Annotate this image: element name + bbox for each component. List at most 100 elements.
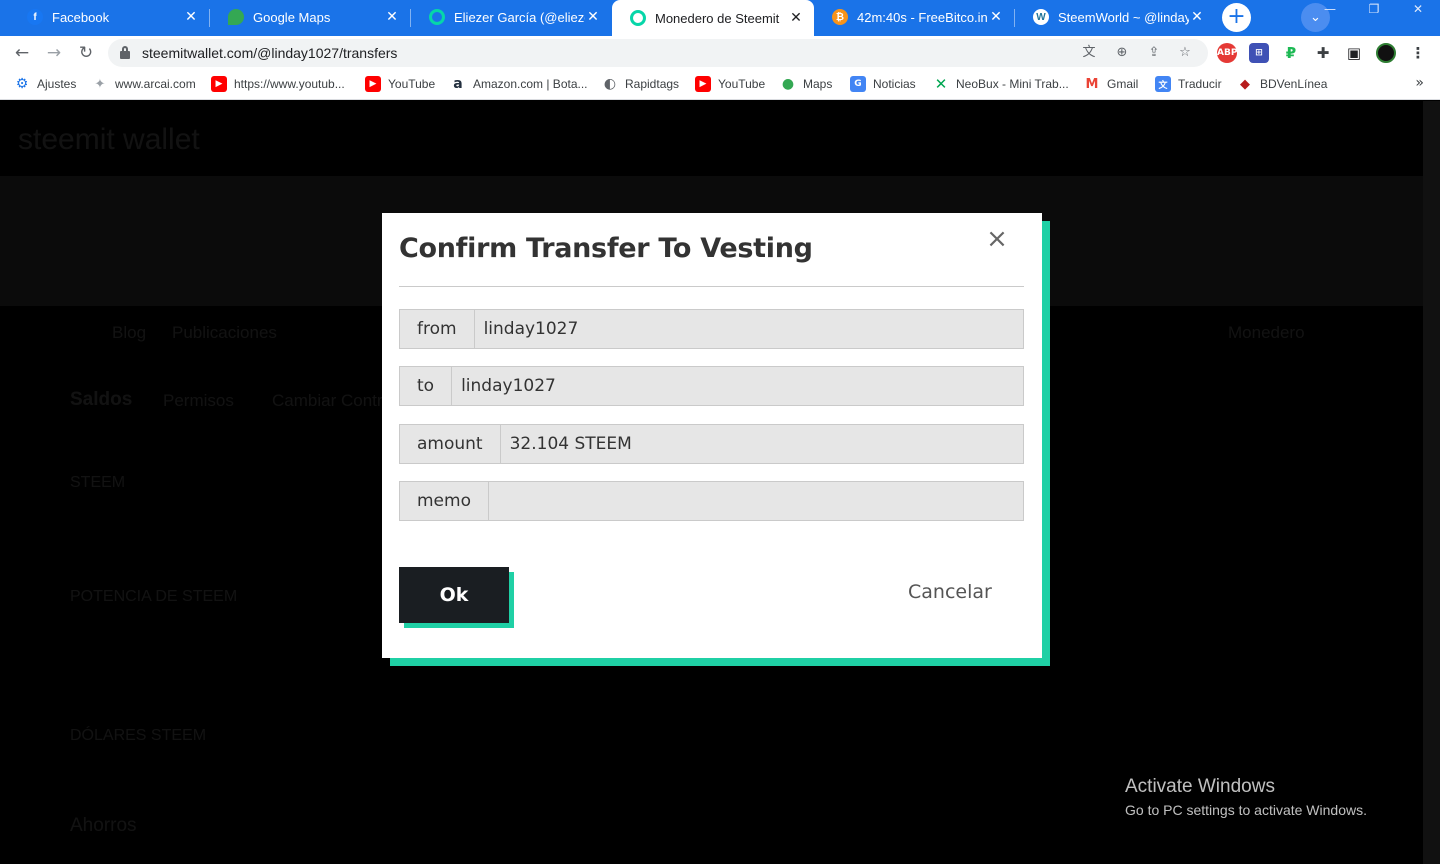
- tab-permisos: Permisos: [163, 391, 234, 410]
- amount-field: amount 32.104 STEEM: [399, 424, 1024, 464]
- close-tab-icon[interactable]: ✕: [384, 9, 400, 25]
- to-label: to: [400, 367, 453, 405]
- new-tab-button[interactable]: +: [1222, 3, 1251, 32]
- settings-gear-icon: ⚙: [15, 76, 29, 92]
- close-tab-icon[interactable]: ✕: [988, 9, 1004, 25]
- memo-value: [488, 482, 1023, 520]
- nav-monedero: Monedero: [1228, 323, 1305, 342]
- restore-icon[interactable]: ❐: [1352, 0, 1396, 20]
- bookmark-label: Traducir: [1178, 77, 1222, 91]
- page-scrollbar[interactable]: [1423, 101, 1440, 864]
- p-extension-icon[interactable]: ₽: [1281, 43, 1301, 63]
- bookmark-label: Maps: [803, 77, 833, 91]
- bookmark-youtube[interactable]: ▶ YouTube: [365, 69, 435, 99]
- bookmark-noticias[interactable]: G Noticias: [850, 69, 916, 99]
- ok-button[interactable]: Ok: [399, 567, 509, 623]
- windows-activation-watermark: Activate Windows Go to PC settings to ac…: [1125, 776, 1367, 818]
- window-close-icon[interactable]: ✕: [1396, 0, 1440, 20]
- to-field: to linday1027: [399, 366, 1024, 406]
- bdv-icon: ◆: [1240, 76, 1250, 92]
- tab-eliezer[interactable]: Eliezer García (@eliezer20 ✕: [411, 0, 611, 34]
- translate-page-icon[interactable]: 文: [1080, 44, 1098, 62]
- cancel-button[interactable]: Cancelar: [908, 581, 992, 603]
- bookmark-youtube-2[interactable]: ▶ YouTube: [695, 69, 765, 99]
- tab-title: SteemWorld ~ @linday10: [1058, 9, 1189, 25]
- memo-label: memo: [400, 482, 489, 520]
- forward-arrow-icon[interactable]: →: [41, 40, 67, 66]
- bookmark-neobux[interactable]: ✕ NeoBux - Mini Trab...: [933, 69, 1069, 99]
- tab-title: Monedero de Steemit: [655, 10, 780, 26]
- from-label: from: [400, 310, 475, 348]
- tab-steemworld[interactable]: W SteemWorld ~ @linday10 ✕: [1015, 0, 1215, 34]
- rapidtags-icon: ◐: [603, 76, 617, 92]
- title-divider: [399, 286, 1024, 287]
- bookmark-label: https://www.youtub...: [234, 77, 345, 91]
- bookmark-ajustes[interactable]: ⚙ Ajustes: [14, 69, 77, 99]
- extension-grid-icon[interactable]: ⊞: [1249, 43, 1269, 63]
- amount-label: amount: [400, 425, 501, 463]
- bookmark-star-icon[interactable]: ☆: [1176, 44, 1194, 62]
- close-tab-icon[interactable]: ✕: [1189, 9, 1205, 25]
- extensions-puzzle-icon[interactable]: ✚: [1313, 43, 1333, 63]
- youtube-icon: ▶: [365, 76, 381, 92]
- neobux-icon: ✕: [934, 75, 948, 93]
- nav-blog: Blog: [112, 323, 147, 342]
- bitcoin-icon: ₿: [832, 9, 848, 25]
- nav-publicaciones: Publicaciones: [172, 323, 277, 342]
- google-maps-icon: [228, 9, 244, 25]
- facebook-icon: f: [27, 9, 43, 25]
- section-potencia: POTENCIA DE STEEM: [70, 588, 238, 605]
- gmail-icon: M: [1085, 76, 1099, 92]
- tab-title: 42m:40s - FreeBitco.in - W: [857, 9, 988, 25]
- tab-title: Facebook: [52, 9, 110, 25]
- close-icon[interactable]: ×: [986, 225, 1008, 253]
- bookmark-label: www.arcai.com: [115, 77, 196, 91]
- tab-saldos: Saldos: [70, 389, 133, 410]
- side-panel-icon[interactable]: ▣: [1344, 43, 1364, 63]
- close-tab-icon[interactable]: ✕: [788, 10, 804, 26]
- reload-icon[interactable]: ↻: [73, 40, 99, 66]
- youtube-icon: ▶: [211, 76, 227, 92]
- url-text[interactable]: steemitwallet.com/@linday1027/transfers: [142, 45, 397, 61]
- tab-monedero-steemit[interactable]: Monedero de Steemit ✕: [612, 0, 814, 36]
- steemit-icon: [630, 10, 646, 26]
- back-arrow-icon[interactable]: ←: [9, 40, 35, 66]
- bookmark-label: Noticias: [873, 77, 916, 91]
- tab-facebook[interactable]: f Facebook ✕: [9, 0, 209, 34]
- bookmark-label: Rapidtags: [625, 77, 680, 91]
- more-bookmarks-icon[interactable]: »: [1415, 75, 1424, 91]
- profile-avatar-icon[interactable]: [1376, 43, 1396, 63]
- address-bar[interactable]: steemitwallet.com/@linday1027/transfers …: [108, 39, 1208, 67]
- arcai-icon: ✦: [94, 76, 106, 92]
- menu-kebab-icon[interactable]: ⋮: [1408, 43, 1428, 63]
- bookmark-traducir[interactable]: 文 Traducir: [1155, 69, 1222, 99]
- tab-freebitcoin[interactable]: ₿ 42m:40s - FreeBitco.in - W ✕: [814, 0, 1014, 34]
- bookmark-maps[interactable]: ● Maps: [780, 69, 832, 99]
- site-logo-text: steemit wallet: [18, 123, 200, 156]
- share-icon[interactable]: ⇪: [1145, 44, 1163, 62]
- bookmark-bdvenlinea[interactable]: ◆ BDVenLínea: [1237, 69, 1327, 99]
- section-ahorros: Ahorros: [70, 815, 137, 836]
- bookmark-youtube-url[interactable]: ▶ https://www.youtub...: [211, 69, 345, 99]
- tab-google-maps[interactable]: Google Maps ✕: [210, 0, 410, 34]
- bookmarks-bar: ⚙ Ajustes ✦ www.arcai.com ▶ https://www.…: [0, 69, 1440, 100]
- lock-icon[interactable]: [120, 46, 130, 59]
- to-value: linday1027: [452, 367, 1023, 405]
- adblock-plus-icon[interactable]: ABP: [1217, 43, 1237, 63]
- translate-icon: 文: [1155, 76, 1171, 92]
- bookmark-gmail[interactable]: M Gmail: [1084, 69, 1139, 99]
- bookmark-label: NeoBux - Mini Trab...: [956, 77, 1069, 91]
- youtube-icon: ▶: [695, 76, 711, 92]
- bookmark-arcai[interactable]: ✦ www.arcai.com: [92, 69, 196, 99]
- close-tab-icon[interactable]: ✕: [585, 9, 601, 25]
- tab-strip: f Facebook ✕ Google Maps ✕ Eliezer Garcí…: [0, 0, 1440, 36]
- minimize-icon[interactable]: —: [1308, 0, 1352, 20]
- bookmark-amazon[interactable]: a Amazon.com | Bota...: [450, 69, 587, 99]
- zoom-icon[interactable]: ⊕: [1113, 44, 1131, 62]
- from-value: linday1027: [474, 310, 1023, 348]
- close-tab-icon[interactable]: ✕: [183, 9, 199, 25]
- window-controls: — ❐ ✕: [1308, 0, 1440, 20]
- bookmark-rapidtags[interactable]: ◐ Rapidtags: [602, 69, 679, 99]
- confirm-transfer-dialog: Confirm Transfer To Vesting × from linda…: [382, 213, 1042, 658]
- bookmark-label: YouTube: [388, 77, 436, 91]
